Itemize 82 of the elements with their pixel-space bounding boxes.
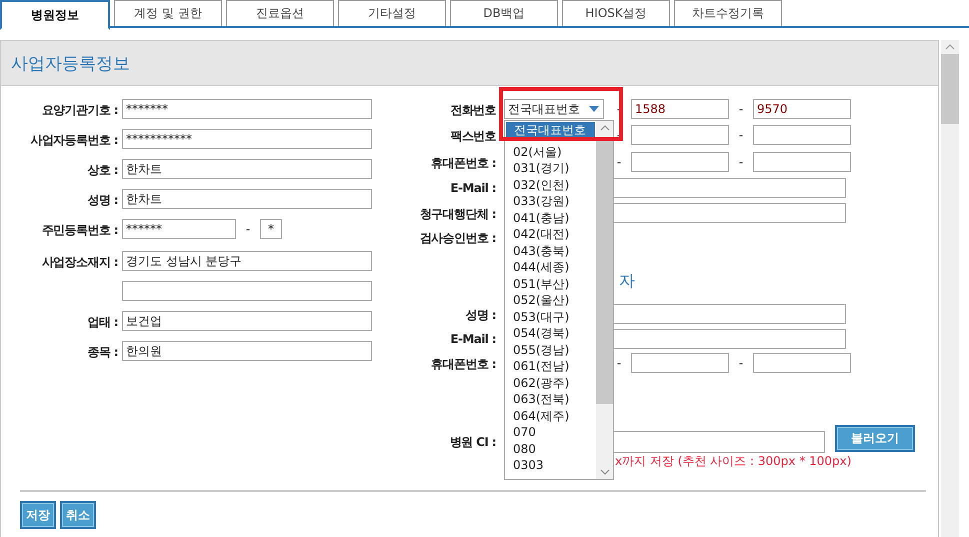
separator-dash: - [616,355,622,372]
dropdown-option[interactable]: 063(전북) [505,391,596,408]
input-field[interactable]: 한차트 [122,189,372,209]
input-field[interactable]: ****** [122,219,236,239]
scrollbar[interactable] [941,40,959,537]
input-field[interactable] [753,152,851,172]
separator-dash: - [738,154,744,171]
dropdown-option[interactable]: 0303 [505,457,596,474]
dropdown-option[interactable]: 041(충남) [505,210,596,226]
scroll-thumb[interactable] [941,54,959,124]
input-field[interactable]: 9570 [753,99,851,119]
field-label: 사업자등록번호 : [30,133,118,147]
separator-dash: - [738,355,744,372]
field-label: 주민등록번호 : [42,223,118,237]
dropdown-option[interactable]: 062(광주) [505,374,596,391]
caret-icon [588,106,600,112]
tab[interactable]: 기타설정 [338,0,446,26]
dropdown-option[interactable]: 051(부산) [505,276,596,292]
field-label: 병원 CI : [450,434,496,449]
scroll-down-icon[interactable] [600,469,610,475]
scrollbar[interactable] [596,121,613,479]
dropdown-option[interactable]: 064(제주) [505,408,596,424]
dropdown-option[interactable]: 061(전남) [505,358,596,374]
input-field[interactable] [631,353,729,374]
dropdown-option[interactable]: 033(강원) [505,193,596,210]
field-label: 요양기관기호 : [42,103,118,117]
separator-dash: - [738,127,744,144]
dropdown-option[interactable]: 053(대구) [505,308,596,325]
dropdown-option[interactable]: 031(경기) [505,160,596,176]
tab[interactable]: HIOSK설정 [562,0,670,26]
field-label: 종목 : [87,345,118,359]
input-field[interactable] [631,152,729,172]
scroll-thumb[interactable] [596,139,613,404]
scroll-up-icon[interactable] [945,44,955,50]
input-field[interactable]: ******* [122,99,372,119]
field-label: 전화번호 [450,103,496,117]
field-label: 업태 : [87,315,118,329]
input-field[interactable] [122,281,372,301]
input-field[interactable] [631,125,729,146]
field-label: E-Mail : [450,181,496,196]
input-field[interactable] [753,125,851,146]
tab[interactable]: 진료옵션 [226,0,334,26]
dropdown-option[interactable]: 02(서울) [505,144,596,160]
dropdown-option[interactable]: 043(충북) [505,242,596,259]
field-label: 검사승인번호 : [420,231,496,246]
field-label: E-Mail : [450,332,496,346]
scroll-up-icon[interactable] [600,125,610,131]
field-label: 사업장소재지 : [42,255,118,269]
input-field[interactable]: 한의원 [122,341,372,361]
field-label: 성명 : [87,193,118,207]
dropdown-option[interactable]: 042(대전) [505,226,596,242]
field-label: 휴대폰번호 : [431,357,496,372]
dropdown-option[interactable]: 044(세종) [505,259,596,276]
section-title: 사업자등록정보 [11,52,130,74]
dropdown-option[interactable]: 055(경남) [505,342,596,358]
tab[interactable]: 차트수정기록 [674,0,782,26]
input-field[interactable]: 1588 [631,99,729,119]
field-label: 청구대행단체 : [420,206,496,221]
dropdown-option[interactable]: 052(울산) [505,292,596,308]
dropdown-option[interactable]: 070 [505,424,596,440]
dropdown-option[interactable]: 080 [505,440,596,457]
area-code-dropdown[interactable]: 전국대표번호 [504,99,604,119]
separator-dash: - [244,221,252,238]
field-label: 성명 : [465,308,496,322]
size-note: x까지 저장 (추천 사이즈 : 300px * 100px) [615,453,852,470]
field-label: 팩스번호 [450,129,496,144]
tab[interactable]: 병원정보 [0,0,110,30]
section-title: 자 [619,271,635,292]
separator-dash: - [738,101,744,118]
field-label: 휴대폰번호 : [431,156,496,170]
input-field[interactable]: 한차트 [122,159,372,179]
field-label: 상호 : [87,163,118,177]
dropdown-option[interactable]: 054(경북) [505,325,596,342]
separator-dash: - [616,154,622,171]
tab[interactable]: DB백업 [450,0,558,26]
input-field[interactable]: 보건업 [122,311,372,331]
dropdown-option[interactable]: 032(인천) [505,176,596,193]
input-field[interactable]: *********** [122,129,372,149]
tab[interactable]: 계정 및 권한 [114,0,222,26]
input-field[interactable]: 경기도 성남시 분당구 [122,251,372,271]
input-field[interactable]: * [260,219,282,239]
input-field[interactable] [753,353,851,374]
